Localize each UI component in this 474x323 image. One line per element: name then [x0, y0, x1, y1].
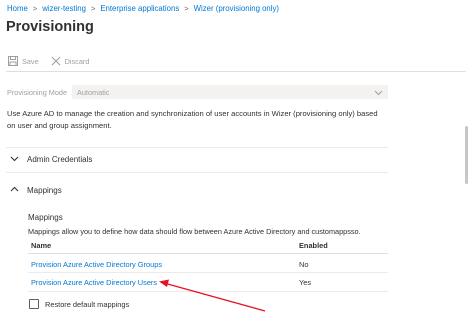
mapping-link-users[interactable]: Provision Azure Active Directory Users: [31, 278, 157, 287]
breadcrumb-tenant[interactable]: wizer-testing: [42, 4, 86, 13]
mappings-section-title: Mappings: [27, 186, 62, 195]
toolbar-divider: [6, 71, 466, 72]
breadcrumb-separator: >: [32, 4, 38, 13]
chevron-down-icon: [10, 154, 19, 165]
breadcrumb: Home > wizer-testing > Enterprise applic…: [7, 4, 279, 13]
discard-icon: [51, 56, 61, 66]
save-label: Save: [22, 56, 39, 66]
section-divider: [6, 172, 388, 173]
chevron-up-icon: [10, 185, 19, 196]
table-header-divider: [28, 253, 388, 254]
discard-label: Discard: [64, 56, 90, 66]
chevron-down-icon: [374, 88, 383, 99]
mapping-enabled-users: Yes: [299, 278, 312, 287]
mappings-description: Mappings allow you to define how data sh…: [28, 227, 361, 236]
mapping-link-groups[interactable]: Provision Azure Active Directory Groups: [31, 260, 162, 269]
mappings-heading: Mappings: [28, 213, 63, 222]
breadcrumb-separator: >: [90, 4, 96, 13]
restore-default-mappings-checkbox[interactable]: [29, 299, 39, 309]
admin-credentials-title: Admin Credentials: [27, 155, 93, 164]
breadcrumb-enterprise-applications[interactable]: Enterprise applications: [100, 4, 179, 13]
save-icon: [8, 56, 18, 66]
save-button[interactable]: Save: [8, 56, 39, 66]
command-bar: Save Discard: [8, 56, 89, 66]
provisioning-mode-select[interactable]: Automatic: [72, 85, 388, 99]
provisioning-description: Use Azure AD to manage the creation and …: [7, 109, 378, 130]
breadcrumb-app[interactable]: Wizer (provisioning only): [194, 4, 279, 13]
column-header-enabled: Enabled: [299, 241, 328, 250]
restore-default-mappings: Restore default mappings: [29, 299, 129, 309]
vertical-scrollbar[interactable]: [465, 126, 468, 184]
breadcrumb-home[interactable]: Home: [7, 4, 28, 13]
provisioning-mode-label: Provisioning Mode: [7, 88, 68, 97]
discard-button[interactable]: Discard: [51, 56, 90, 66]
table-row-divider: [28, 272, 388, 273]
mapping-enabled-groups: No: [299, 260, 309, 269]
column-header-name: Name: [31, 241, 52, 250]
breadcrumb-separator: >: [184, 4, 189, 13]
page-title: Provisioning: [6, 19, 94, 35]
admin-credentials-section-toggle[interactable]: Admin Credentials: [10, 154, 92, 165]
provisioning-mode-value: Automatic: [77, 87, 110, 97]
mappings-section-toggle[interactable]: Mappings: [10, 185, 62, 196]
table-row-divider: [28, 291, 388, 292]
restore-default-mappings-label: Restore default mappings: [45, 299, 130, 309]
section-divider: [6, 147, 388, 148]
